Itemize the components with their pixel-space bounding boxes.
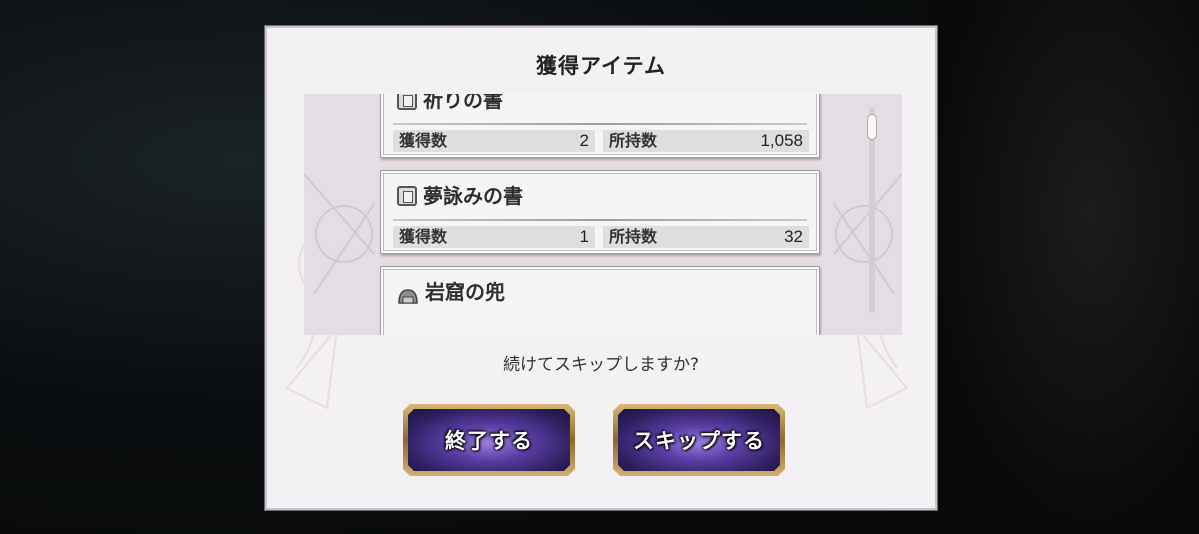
skip-button-label: スキップする bbox=[633, 428, 765, 453]
divider bbox=[393, 123, 807, 125]
list-item[interactable]: 岩窟の兜 bbox=[380, 266, 820, 335]
obtained-count: 獲得数 1 bbox=[393, 226, 595, 248]
item-reward-dialog: 獲得アイテム 祈りの書 獲得数 2 所持数 1,058 夢詠みの書 獲得数 1 … bbox=[265, 26, 937, 510]
owned-count: 所持数 1,058 bbox=[603, 130, 809, 152]
background-right bbox=[929, 0, 1199, 534]
end-button-face[interactable]: 終了する bbox=[408, 409, 570, 471]
item-list[interactable]: 祈りの書 獲得数 2 所持数 1,058 夢詠みの書 獲得数 1 所持数 32 … bbox=[304, 94, 902, 335]
skip-question: 続けてスキップしますか? bbox=[502, 355, 700, 375]
owned-count: 所持数 32 bbox=[603, 226, 809, 248]
skip-button[interactable]: スキップする bbox=[613, 404, 785, 476]
scrollbar-thumb[interactable] bbox=[867, 114, 877, 140]
list-item[interactable]: 祈りの書 獲得数 2 所持数 1,058 bbox=[380, 94, 820, 158]
item-name: 岩窟の兜 bbox=[397, 277, 505, 307]
divider bbox=[393, 219, 807, 221]
dialog-title: 獲得アイテム bbox=[536, 53, 666, 78]
obtained-count: 獲得数 2 bbox=[393, 130, 595, 152]
end-button[interactable]: 終了する bbox=[403, 404, 575, 476]
end-button-label: 終了する bbox=[445, 428, 533, 453]
item-name: 祈りの書 bbox=[397, 94, 503, 115]
book-icon bbox=[397, 186, 417, 206]
skip-button-face[interactable]: スキップする bbox=[618, 409, 780, 471]
book-icon bbox=[397, 94, 417, 110]
item-name: 夢詠みの書 bbox=[397, 181, 523, 211]
list-item[interactable]: 夢詠みの書 獲得数 1 所持数 32 bbox=[380, 170, 820, 254]
helmet-icon bbox=[397, 283, 419, 304]
